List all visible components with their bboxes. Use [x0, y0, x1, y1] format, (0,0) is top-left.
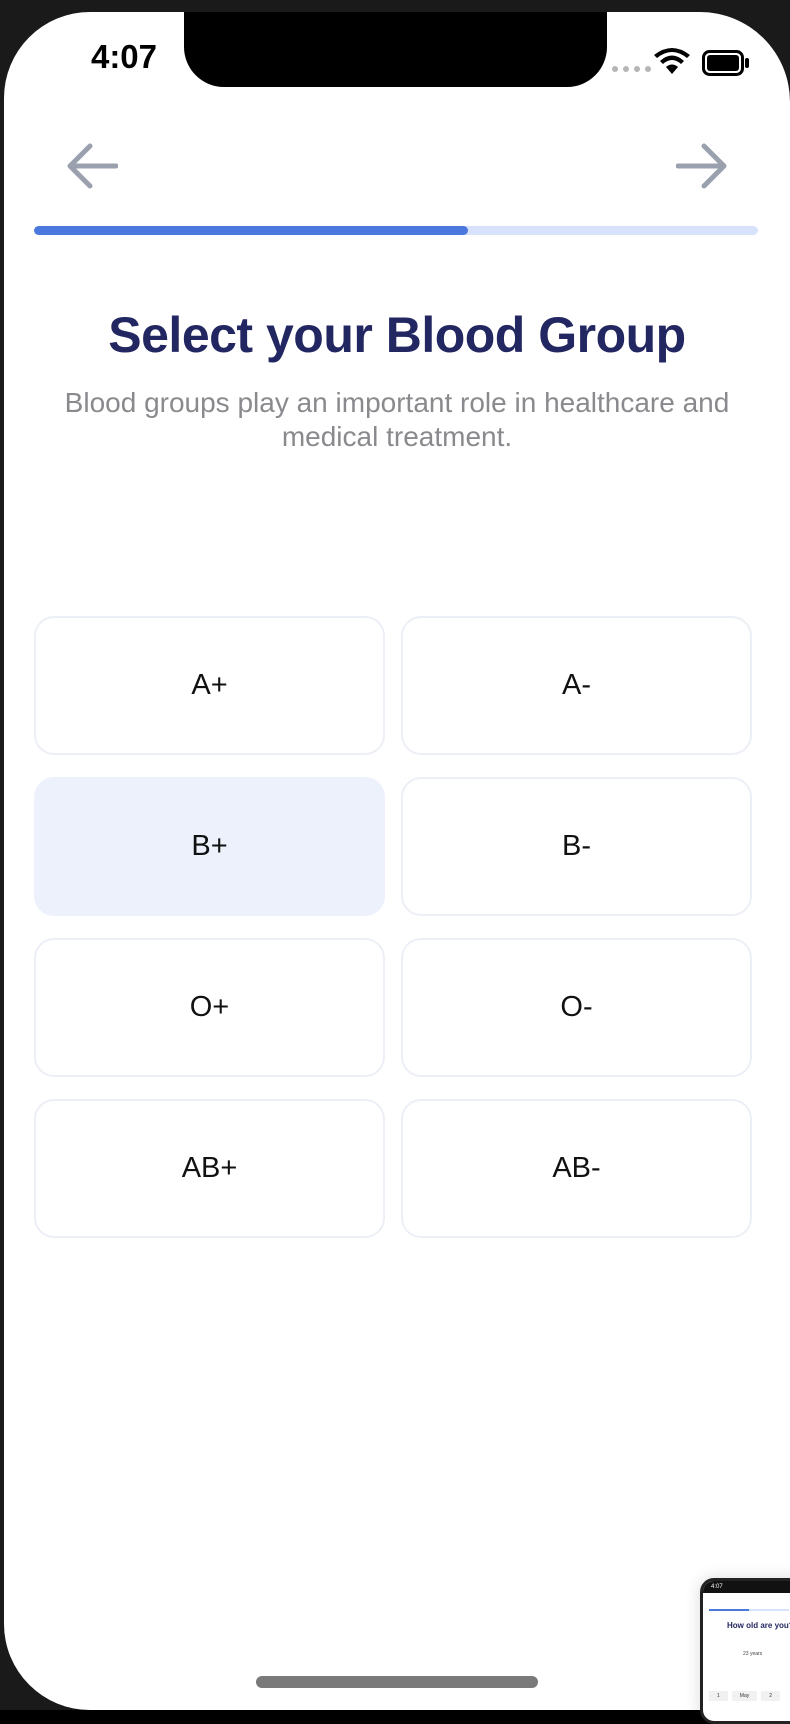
- back-button[interactable]: [60, 134, 124, 198]
- option-label: A+: [191, 669, 228, 701]
- battery-icon: [702, 50, 749, 76]
- blood-group-option[interactable]: O+: [34, 938, 385, 1077]
- status-time: 4:07: [90, 38, 158, 75]
- arrow-left-icon: [67, 143, 118, 189]
- option-label: B-: [562, 830, 591, 862]
- wifi-icon: [654, 48, 690, 74]
- thumbnail-picker: 1 May 2: [709, 1691, 781, 1701]
- blood-group-option[interactable]: B-: [401, 777, 752, 916]
- blood-group-option[interactable]: B+: [34, 777, 385, 916]
- thumbnail-progress: [709, 1609, 789, 1611]
- page-title: Select your Blood Group: [108, 307, 686, 363]
- option-label: O-: [560, 991, 593, 1023]
- arrow-right-icon: [676, 143, 727, 189]
- screenshot-thumbnail[interactable]: 4:07 How old are you? 23 years 1 May 2: [700, 1578, 790, 1724]
- thumbnail-value: 23 years: [743, 1651, 763, 1657]
- signal-icon: [612, 66, 651, 72]
- app-screen: 4:07 Select your Blood Group Blood group…: [4, 12, 790, 1710]
- thumbnail-time: 4:07: [711, 1584, 723, 1590]
- option-label: A-: [562, 669, 591, 701]
- blood-group-option[interactable]: O-: [401, 938, 752, 1077]
- progress-bar: [34, 226, 758, 235]
- blood-group-option[interactable]: A-: [401, 616, 752, 755]
- blood-group-option[interactable]: A+: [34, 616, 385, 755]
- device-notch: [184, 12, 607, 87]
- option-label: AB-: [552, 1152, 601, 1184]
- thumbnail-title: How old are you?: [727, 1621, 790, 1630]
- blood-group-option[interactable]: AB-: [401, 1099, 752, 1238]
- progress-fill: [34, 226, 469, 235]
- blood-group-option[interactable]: AB+: [34, 1099, 385, 1238]
- option-label: AB+: [181, 1152, 238, 1184]
- next-button[interactable]: [670, 134, 734, 198]
- page-subtitle: Blood groups play an important role in h…: [64, 387, 730, 452]
- option-label: O+: [189, 991, 230, 1023]
- device-frame: 4:07 Select your Blood Group Blood group…: [0, 0, 790, 1724]
- option-label: B+: [191, 830, 228, 862]
- home-indicator[interactable]: [256, 1676, 538, 1688]
- blood-group-grid: A+ A- B+ B- O+ O- AB+ AB-: [34, 616, 758, 1238]
